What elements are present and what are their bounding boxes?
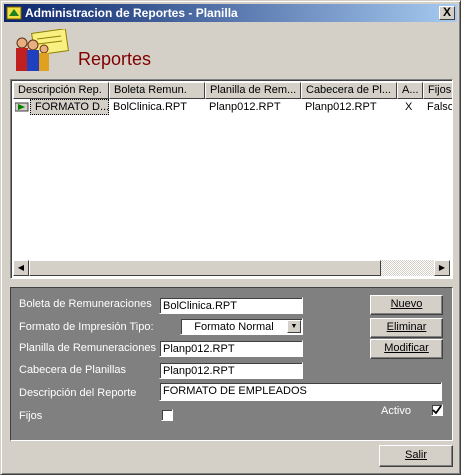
table-cell[interactable]: X — [397, 99, 423, 115]
activo-label: Activo — [381, 405, 411, 417]
reports-people-icon — [16, 29, 69, 71]
column-header[interactable]: Cabecera de Pl... — [301, 82, 397, 99]
modificar-button[interactable]: Modificar — [370, 339, 443, 359]
table-row[interactable]: FORMATO D... BolClinica.RPT Planp012.RPT… — [13, 99, 452, 115]
boleta-label: Boleta de Remuneraciones — [19, 298, 152, 310]
chevron-down-icon[interactable]: ▼ — [287, 320, 301, 333]
row-pointer-icon — [15, 102, 29, 112]
table-cell[interactable]: FORMATO D... — [30, 99, 109, 115]
boleta-input[interactable]: BolClinica.RPT — [159, 297, 303, 314]
fijos-label: Fijos — [19, 410, 43, 422]
table-cell[interactable]: BolClinica.RPT — [109, 99, 205, 115]
descripcion-label: Descripción del Reporte — [19, 387, 137, 399]
column-header[interactable]: A... — [397, 82, 423, 99]
column-header[interactable]: Descripción Rep. — [13, 82, 109, 99]
report-admin-window: Administracion de Reportes - Planilla X … — [0, 0, 461, 475]
reports-grid[interactable]: Descripción Rep. Boleta Remun. Planilla … — [10, 79, 453, 279]
fijos-checkbox[interactable] — [161, 409, 173, 421]
descripcion-input[interactable]: FORMATO DE EMPLEADOS — [159, 382, 442, 401]
page-title: Reportes — [78, 49, 152, 69]
column-header[interactable]: Boleta Remun. — [109, 82, 205, 99]
close-button[interactable]: X — [439, 6, 455, 20]
scroll-right-icon[interactable]: ▶ — [434, 260, 450, 276]
app-icon — [6, 6, 22, 20]
formato-label: Formato de Impresión Tipo: — [19, 321, 154, 333]
table-cell[interactable]: Planp012.RPT — [301, 99, 397, 115]
cabecera-input[interactable]: Planp012.RPT — [159, 362, 303, 379]
planilla-label: Planilla de Remuneraciones — [19, 342, 156, 354]
salir-button[interactable]: Salir — [379, 445, 453, 467]
nuevo-button[interactable]: Nuevo — [370, 295, 443, 315]
table-cell[interactable]: Falso — [423, 99, 452, 115]
scroll-thumb[interactable] — [29, 260, 381, 276]
window-title: Administracion de Reportes - Planilla — [25, 6, 238, 20]
column-header[interactable]: Fijos — [423, 82, 452, 99]
activo-checkbox[interactable] — [431, 404, 443, 416]
formato-select[interactable]: Formato Normal ▼ — [180, 318, 303, 335]
planilla-input[interactable]: Planp012.RPT — [159, 340, 303, 357]
column-header[interactable]: Planilla de Rem... — [205, 82, 301, 99]
eliminar-button[interactable]: Eliminar — [370, 318, 443, 338]
formato-selected-value: Formato Normal — [194, 321, 274, 333]
horizontal-scrollbar[interactable]: ◀ ▶ — [13, 260, 450, 276]
table-cell[interactable]: Planp012.RPT — [205, 99, 301, 115]
title-bar[interactable]: Administracion de Reportes - Planilla X — [4, 4, 457, 22]
checkmark-icon — [432, 405, 442, 415]
report-detail-panel: Boleta de Remuneraciones BolClinica.RPT … — [10, 287, 453, 441]
scroll-left-icon[interactable]: ◀ — [13, 260, 29, 276]
cabecera-label: Cabecera de Planillas — [19, 364, 127, 376]
grid-header: Descripción Rep. Boleta Remun. Planilla … — [13, 82, 452, 99]
